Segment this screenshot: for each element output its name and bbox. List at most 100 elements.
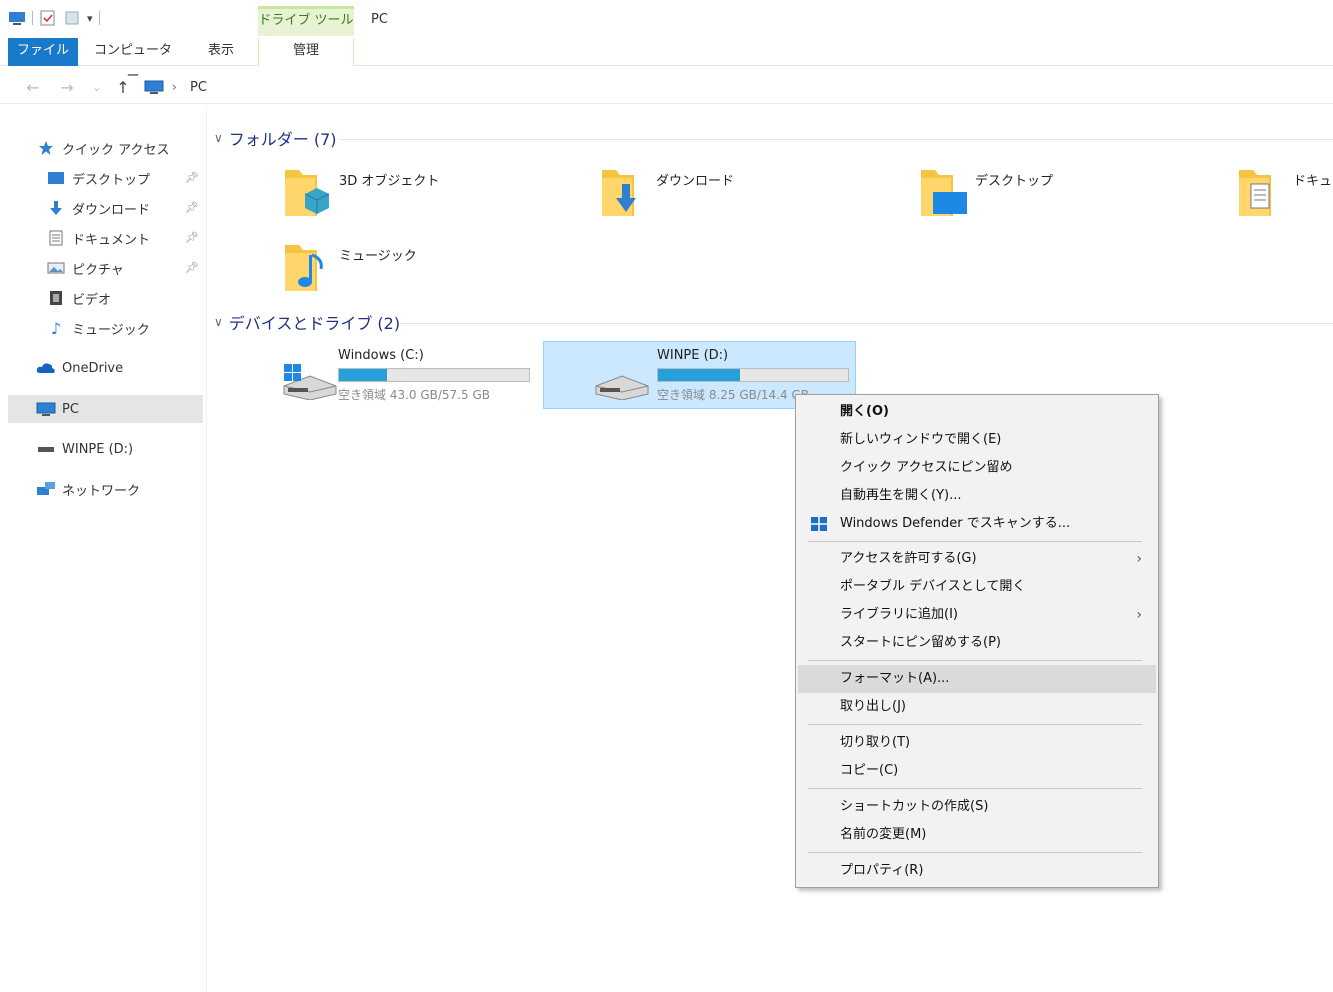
section-divider xyxy=(340,139,1333,140)
nav-music[interactable]: ♪ ミュージック xyxy=(8,314,203,342)
nav-quick-access[interactable]: クイック アクセス xyxy=(8,134,203,162)
forward-arrow-icon[interactable]: → xyxy=(56,78,78,98)
nav-videos[interactable]: ビデオ xyxy=(8,284,203,312)
menu-open[interactable]: 開く(O) xyxy=(798,398,1156,426)
menu-create-shortcut[interactable]: ショートカットの作成(S) xyxy=(798,793,1156,821)
drive-usage-bar xyxy=(657,368,849,382)
breadcrumb-chevron-icon[interactable]: › xyxy=(172,80,177,94)
customize-toolbar-icon[interactable]: ▾ xyxy=(87,12,93,25)
collapse-chevron-icon[interactable]: ∨ xyxy=(214,131,223,145)
nav-downloads[interactable]: ダウンロード 📌︎ xyxy=(8,194,203,222)
nav-winpe-drive[interactable]: WINPE (D:) xyxy=(8,435,203,463)
menu-cut[interactable]: 切り取り(T) xyxy=(798,729,1156,757)
nav-pc[interactable]: PC xyxy=(8,395,203,423)
folder-name: デスクトップ xyxy=(975,174,1054,189)
tab-view[interactable]: 表示 xyxy=(196,38,246,66)
pin-icon: 📌︎ xyxy=(185,231,199,244)
menu-add-to-library[interactable]: ライブラリに追加(I) › xyxy=(798,601,1156,629)
quick-access-toolbar: ▾ xyxy=(8,10,100,26)
folder-downloads[interactable]: ダウンロード xyxy=(600,166,900,230)
folder-name: ミュージック xyxy=(339,249,417,264)
window-title: PC xyxy=(371,12,388,27)
nav-network-label: ネットワーク xyxy=(62,483,141,499)
tab-manage[interactable]: 管理 xyxy=(258,38,354,66)
tab-file[interactable]: ファイル xyxy=(8,38,78,66)
submenu-arrow-icon: › xyxy=(1136,607,1142,623)
menu-open-portable-device[interactable]: ポータブル デバイスとして開く xyxy=(798,573,1156,601)
pc-icon xyxy=(144,80,164,94)
nav-onedrive-label: OneDrive xyxy=(62,360,124,376)
film-icon xyxy=(46,290,66,306)
menu-separator xyxy=(808,541,1142,542)
drive-usage-fill xyxy=(658,369,740,381)
pin-icon: 📌︎ xyxy=(185,261,199,274)
menu-open-new-window[interactable]: 新しいウィンドウで開く(E) xyxy=(798,426,1156,454)
menu-copy[interactable]: コピー(C) xyxy=(798,757,1156,785)
download-arrow-icon xyxy=(46,200,66,216)
breadcrumb-pc[interactable]: PC xyxy=(190,80,207,95)
menu-separator xyxy=(808,724,1142,725)
nav-onedrive[interactable]: OneDrive xyxy=(8,354,203,382)
drive-tools-context-tab: ドライブ ツール xyxy=(258,6,354,36)
nav-videos-label: ビデオ xyxy=(72,292,112,308)
nav-winpe-label: WINPE (D:) xyxy=(62,441,134,457)
context-menu: 開く(O) 新しいウィンドウで開く(E) クイック アクセスにピン留め 自動再生… xyxy=(795,394,1159,888)
nav-network[interactable]: ネットワーク xyxy=(8,475,203,503)
folders-section-header[interactable]: ∨ フォルダー (7) xyxy=(214,127,337,149)
nav-documents[interactable]: ドキュメント 📌︎ xyxy=(8,224,203,252)
menu-defender-scan[interactable]: Windows Defender でスキャンする... xyxy=(798,510,1156,538)
menu-pin-to-start[interactable]: スタートにピン留めする(P) xyxy=(798,629,1156,657)
drive-windows-c[interactable]: Windows (C:) 空き領域 43.0 GB/57.5 GB xyxy=(272,342,542,410)
3d-objects-folder-icon xyxy=(285,170,330,216)
menu-give-access[interactable]: アクセスを許可する(G) › xyxy=(798,545,1156,573)
menu-defender-scan-label: Windows Defender でスキャンする... xyxy=(840,516,1071,531)
folder-name: 3D オブジェクト xyxy=(339,174,440,189)
tab-computer[interactable]: コンピューター xyxy=(90,38,176,84)
menu-give-access-label: アクセスを許可する(G) xyxy=(840,551,977,566)
up-arrow-icon[interactable]: ↑ xyxy=(112,78,134,98)
menu-pin-quick-access[interactable]: クイック アクセスにピン留め xyxy=(798,454,1156,482)
pc-icon xyxy=(36,401,56,417)
desktop-icon xyxy=(46,170,66,186)
folder-desktop[interactable]: デスクトップ xyxy=(919,166,1219,230)
menu-eject[interactable]: 取り出し(J) xyxy=(798,693,1156,721)
drive-name: Windows (C:) xyxy=(338,348,424,363)
devices-section-title: デバイスとドライブ (2) xyxy=(228,314,401,333)
folder-name: ダウンロード xyxy=(656,174,735,189)
defender-shield-icon xyxy=(811,517,827,531)
drive-usage-fill xyxy=(339,369,387,381)
properties-check-icon[interactable] xyxy=(39,10,57,26)
folders-section-title: フォルダー (7) xyxy=(228,130,337,149)
nav-pictures[interactable]: ピクチャ 📌︎ xyxy=(8,254,203,282)
drive-icon xyxy=(36,441,56,457)
network-icon xyxy=(36,481,56,497)
nav-desktop[interactable]: デスクトップ 📌︎ xyxy=(8,164,203,192)
drive-name: WINPE (D:) xyxy=(657,348,729,363)
menu-open-autoplay[interactable]: 自動再生を開く(Y)... xyxy=(798,482,1156,510)
collapse-chevron-icon[interactable]: ∨ xyxy=(214,315,223,329)
menu-separator xyxy=(808,788,1142,789)
submenu-arrow-icon: › xyxy=(1136,551,1142,567)
document-icon xyxy=(46,230,66,246)
cloud-icon xyxy=(36,360,56,376)
pictures-icon xyxy=(46,260,66,276)
back-arrow-icon[interactable]: ← xyxy=(22,78,44,98)
folder-name: ドキュメ xyxy=(1293,174,1333,189)
new-folder-icon[interactable] xyxy=(63,10,81,26)
pin-icon: 📌︎ xyxy=(185,171,199,184)
documents-folder-icon xyxy=(1239,170,1271,216)
folder-documents[interactable]: ドキュメ xyxy=(1237,166,1333,230)
menu-separator xyxy=(808,852,1142,853)
menu-format[interactable]: フォーマット(A)... xyxy=(798,665,1156,693)
toolbar-separator xyxy=(98,11,100,25)
folder-3d-objects[interactable]: 3D オブジェクト xyxy=(283,166,583,230)
menu-separator xyxy=(808,660,1142,661)
nav-desktop-label: デスクトップ xyxy=(72,172,151,188)
menu-properties[interactable]: プロパティ(R) xyxy=(798,857,1156,885)
menu-rename[interactable]: 名前の変更(M) xyxy=(798,821,1156,849)
recent-locations-chevron-icon[interactable]: ⌄ xyxy=(86,78,108,98)
drive-free-space: 空き領域 8.25 GB/14.4 GB xyxy=(657,388,809,402)
folder-music[interactable]: ミュージック xyxy=(283,241,583,305)
navigation-pane: クイック アクセス デスクトップ 📌︎ ダウンロード 📌︎ ドキュメント 📌︎ … xyxy=(0,106,207,992)
devices-section-header[interactable]: ∨ デバイスとドライブ (2) xyxy=(214,311,400,333)
